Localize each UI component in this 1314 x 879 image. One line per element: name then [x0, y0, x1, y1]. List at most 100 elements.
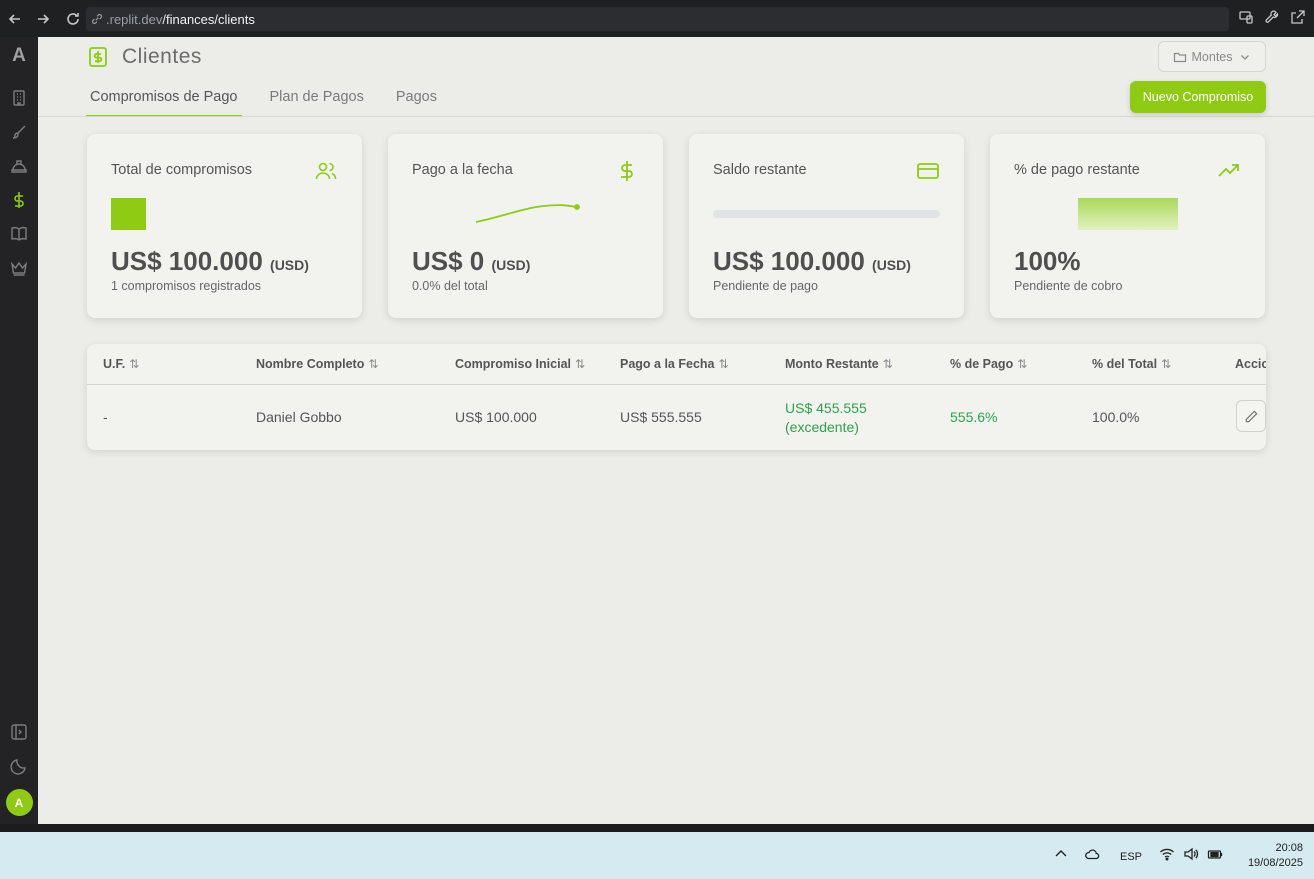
clock-date: 19/08/2025: [1247, 857, 1303, 869]
card-saldo-restante: Saldo restante US$ 100.000 (USD) Pendien…: [689, 134, 964, 318]
avatar[interactable]: A: [5, 789, 33, 816]
url-path: /finances/clients: [162, 11, 255, 27]
main-content: Clientes Montes Compromisos de Pago Plan…: [38, 37, 1314, 824]
clock-time: 20:08: [1275, 842, 1303, 854]
chevron-up-icon[interactable]: [1053, 846, 1069, 865]
taskbar: ESP 20:08 19/08/2025: [0, 832, 1314, 879]
page-header: Clientes: [88, 45, 202, 69]
card-subtitle: 1 compromisos registrados: [111, 279, 262, 293]
cell-compromiso: US$ 100.000: [455, 409, 537, 425]
column-header[interactable]: Monto Restante ⇅: [785, 357, 893, 371]
card-label: Pago a la fecha: [412, 162, 513, 178]
column-header[interactable]: Pago a la Fecha ⇅: [620, 357, 729, 371]
sidebar: A A: [0, 37, 38, 824]
window-bottom-border: [0, 824, 1314, 832]
cell-pct-pago: 555.6%: [950, 409, 998, 425]
card-subtitle: 0.0% del total: [412, 279, 488, 293]
reload-icon[interactable]: [62, 8, 84, 30]
tab-pagos[interactable]: Pagos: [392, 81, 441, 117]
commitments-table: U.F. ⇅ Nombre Completo ⇅ Compromiso Inicia…: [87, 344, 1266, 450]
cell-nombre: Daniel Gobbo: [256, 409, 342, 425]
users-icon: [315, 162, 337, 180]
card-pago-a-la-fecha: Pago a la fecha US$ 0 (USD) 0.0% del tot…: [388, 134, 663, 318]
card-label: % de pago restante: [1014, 162, 1140, 178]
card-unit: (USD): [270, 257, 309, 273]
back-icon[interactable]: [4, 8, 26, 30]
app-logo[interactable]: A: [12, 45, 26, 67]
sparkline: [475, 204, 580, 223]
sort-icon: ⇅: [882, 357, 893, 371]
column-header-actions: Acciones: [1235, 357, 1266, 371]
tabs-divider: [38, 116, 1314, 117]
cell-restante: US$ 455.555 (excedente): [785, 399, 867, 437]
card-total-compromisos: Total de compromisos US$ 100.000 (USD) 1…: [87, 134, 362, 318]
wifi-icon[interactable]: [1159, 846, 1175, 865]
cell-pago: US$ 555.555: [620, 409, 702, 425]
credit-card-icon: [917, 163, 939, 179]
card-unit: (USD): [872, 257, 911, 273]
card-subtitle: Pendiente de pago: [713, 279, 818, 293]
open-external-icon[interactable]: [1290, 9, 1306, 25]
cloud-icon[interactable]: [1084, 846, 1100, 865]
tab-compromisos[interactable]: Compromisos de Pago: [86, 81, 242, 117]
column-header[interactable]: % del Total ⇅: [1092, 357, 1171, 371]
card-value: US$ 100.000 (USD): [713, 246, 911, 276]
card-unit: (USD): [491, 257, 531, 273]
sort-icon: ⇅: [718, 357, 729, 371]
page-title: Clientes: [122, 45, 202, 68]
forward-icon[interactable]: [32, 8, 54, 30]
system-clock[interactable]: 20:08 19/08/2025: [1248, 841, 1303, 871]
sort-icon: ⇅: [368, 357, 379, 371]
cell-restante-note: (excedente): [785, 419, 859, 435]
sort-icon: ⇅: [1017, 357, 1028, 371]
volume-icon[interactable]: [1183, 846, 1199, 865]
trending-up-icon: [1218, 164, 1239, 177]
receipt-dollar-icon: [89, 47, 107, 67]
dollar-icon: [621, 161, 633, 181]
sidebar-toggle-icon[interactable]: [10, 723, 28, 741]
address-bar[interactable]: .replit.dev/finances/clients: [86, 7, 1229, 31]
tab-plan-de-pagos[interactable]: Plan de Pagos: [266, 81, 368, 117]
dollar-icon[interactable]: [10, 191, 28, 209]
project-selector-label: Montes: [1191, 49, 1233, 64]
card-pago-restante: % de pago restante 100% Pendiente de cob…: [990, 134, 1265, 318]
column-header[interactable]: Nombre Completo ⇅: [256, 357, 378, 371]
edit-button[interactable]: [1236, 400, 1266, 432]
browser-toolbar: .replit.dev/finances/clients: [0, 0, 1314, 37]
cell-restante-value: US$ 455.555: [785, 400, 867, 416]
sort-icon: ⇅: [575, 357, 586, 371]
sort-icon: ⇅: [1161, 357, 1172, 371]
book-icon[interactable]: [10, 225, 28, 243]
battery-icon[interactable]: [1207, 846, 1223, 865]
project-selector[interactable]: Montes: [1158, 41, 1266, 72]
column-header[interactable]: Compromiso Inicial ⇅: [455, 357, 585, 371]
card-label: Saldo restante: [713, 162, 807, 178]
crown-icon[interactable]: [10, 259, 28, 277]
new-commitment-button[interactable]: Nuevo Compromiso: [1130, 81, 1266, 113]
card-value: US$ 0 (USD): [412, 246, 531, 276]
folder-icon: [1173, 52, 1186, 62]
progress-bar: [713, 210, 940, 218]
building-icon[interactable]: [10, 89, 28, 107]
tabs: Compromisos de Pago Plan de Pagos Pagos: [86, 81, 465, 117]
card-value: 100%: [1014, 246, 1081, 276]
moon-icon[interactable]: [10, 757, 28, 775]
cell-uf: -: [103, 409, 108, 425]
chevron-down-icon: [1240, 54, 1249, 60]
card-value: US$ 100.000 (USD): [111, 246, 309, 276]
wrench-icon[interactable]: [1264, 9, 1280, 25]
url-host: .replit.dev: [106, 11, 163, 27]
column-header[interactable]: % de Pago ⇅: [950, 357, 1027, 371]
pencil-icon: [1245, 409, 1258, 422]
brush-icon[interactable]: [10, 123, 28, 141]
link-icon: [91, 13, 103, 25]
devices-icon[interactable]: [1238, 9, 1254, 25]
area-chart: [1078, 198, 1178, 230]
hard-hat-icon[interactable]: [10, 157, 28, 175]
chart-block: [111, 198, 146, 230]
header-divider: [87, 384, 1266, 385]
sort-icon: ⇅: [129, 357, 140, 371]
column-header[interactable]: U.F. ⇅: [103, 357, 139, 371]
language-indicator[interactable]: ESP: [1120, 851, 1142, 863]
card-label: Total de compromisos: [111, 162, 253, 178]
